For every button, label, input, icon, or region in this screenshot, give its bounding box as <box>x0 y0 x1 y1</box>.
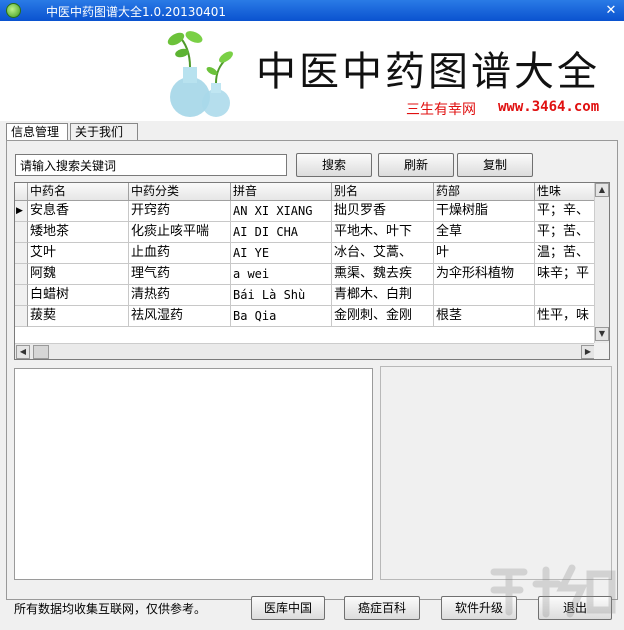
scroll-right-icon[interactable]: ▶ <box>581 345 595 359</box>
scroll-corner <box>594 343 609 359</box>
table-cell[interactable]: 祛风湿药 <box>129 306 231 327</box>
herb-bottle-logo-icon <box>167 31 233 117</box>
table-cell[interactable]: 全草 <box>434 222 535 243</box>
table-cell[interactable]: 温；苦、 <box>535 243 596 264</box>
row-indicator[interactable] <box>15 285 28 306</box>
table-cell[interactable]: a wei <box>231 264 332 285</box>
yiku-china-button[interactable]: 医库中国 <box>251 596 325 620</box>
close-button[interactable]: ✕ <box>602 2 620 19</box>
table-cell[interactable]: 开窍药 <box>129 201 231 222</box>
tab-about-us[interactable]: 关于我们 <box>70 123 138 140</box>
table-row[interactable]: 白蜡树 清热药 Bái Là Shù 青榔木、白荆 <box>15 285 596 306</box>
table-cell[interactable]: AI YE <box>231 243 332 264</box>
table-cell[interactable] <box>434 285 535 306</box>
table-cell[interactable]: 阿魏 <box>28 264 129 285</box>
row-indicator[interactable]: ▶ <box>15 201 28 222</box>
table-header: 中药名 中药分类 拼音 别名 药部 性味 <box>15 183 596 201</box>
table-cell[interactable]: AI DI CHA <box>231 222 332 243</box>
table-cell[interactable]: 菝葜 <box>28 306 129 327</box>
row-indicator[interactable] <box>15 264 28 285</box>
column-header[interactable]: 中药分类 <box>129 183 231 201</box>
table-row[interactable]: 阿魏 理气药 a wei 熏渠、魏去疾 为伞形科植物 味辛；平 <box>15 264 596 285</box>
column-header[interactable]: 药部 <box>434 183 535 201</box>
row-indicator[interactable] <box>15 306 28 327</box>
table-cell[interactable]: 拙贝罗香 <box>332 201 434 222</box>
table-cell[interactable]: 清热药 <box>129 285 231 306</box>
table-cell[interactable] <box>535 285 596 306</box>
column-header[interactable]: 拼音 <box>231 183 332 201</box>
table-cell[interactable]: 平；辛、 <box>535 201 596 222</box>
horizontal-scrollbar[interactable]: ◀ ▶ <box>15 343 596 359</box>
banner: 中医中药图谱大全 三生有幸网 www.3464.com <box>0 21 624 121</box>
table-cell[interactable]: Ba Qia <box>231 306 332 327</box>
site-url: www.3464.com <box>498 99 600 115</box>
table-body: 中药名 中药分类 拼音 别名 药部 性味 ▶ 安息香 开窍药 AN XI XIANG 拙… <box>15 183 596 343</box>
table-cell[interactable]: Bái Là Shù <box>231 285 332 306</box>
table-cell[interactable]: 性平，味 <box>535 306 596 327</box>
scroll-up-icon[interactable]: ▲ <box>595 183 609 197</box>
table-cell[interactable]: 叶 <box>434 243 535 264</box>
table-cell[interactable]: 根茎 <box>434 306 535 327</box>
row-indicator[interactable] <box>15 222 28 243</box>
table-cell[interactable]: 理气药 <box>129 264 231 285</box>
header-indicator <box>15 183 28 201</box>
table-cell[interactable]: 金刚刺、金刚 <box>332 306 434 327</box>
vertical-scrollbar[interactable]: ▲ ▼ <box>594 183 609 343</box>
table-cell[interactable]: 止血药 <box>129 243 231 264</box>
table-cell[interactable]: 矮地茶 <box>28 222 129 243</box>
copy-button[interactable]: 复制 <box>457 153 533 177</box>
tab-info-management[interactable]: 信息管理 <box>6 123 68 141</box>
herb-table[interactable]: 中药名 中药分类 拼音 别名 药部 性味 ▶ 安息香 开窍药 AN XI XIANG 拙… <box>14 182 610 360</box>
refresh-button[interactable]: 刷新 <box>378 153 454 177</box>
status-text: 所有数据均收集互联网，仅供参考。 <box>14 602 207 616</box>
window-title: 中医中药图谱大全1.0.20130401 <box>46 5 226 19</box>
table-cell[interactable]: 平；苦、 <box>535 222 596 243</box>
column-header[interactable]: 性味 <box>535 183 596 201</box>
table-cell[interactable]: 安息香 <box>28 201 129 222</box>
table-cell[interactable]: 平地木、叶下 <box>332 222 434 243</box>
site-name: 三生有幸网 <box>406 102 476 118</box>
scroll-left-icon[interactable]: ◀ <box>16 345 30 359</box>
title-bar[interactable]: 中医中药图谱大全1.0.20130401 ✕ <box>0 0 624 21</box>
cancer-encyclopedia-button[interactable]: 癌症百科 <box>344 596 420 620</box>
column-header[interactable]: 中药名 <box>28 183 129 201</box>
scroll-thumb[interactable] <box>33 345 49 359</box>
detail-text-area[interactable] <box>14 368 373 580</box>
banner-title: 中医中药图谱大全 <box>256 49 600 95</box>
table-row[interactable]: 艾叶 止血药 AI YE 冰台、艾蒿、叶温；苦、 <box>15 243 596 264</box>
table-cell[interactable]: 干燥树脂 <box>434 201 535 222</box>
table-cell[interactable]: 为伞形科植物 <box>434 264 535 285</box>
table-cell[interactable]: 化痰止咳平喘 <box>129 222 231 243</box>
watermark-logo-icon <box>490 564 616 618</box>
image-preview-area <box>380 366 612 580</box>
search-input[interactable] <box>15 154 287 176</box>
row-indicator[interactable] <box>15 243 28 264</box>
table-row[interactable]: ▶ 安息香 开窍药 AN XI XIANG 拙贝罗香 干燥树脂 平；辛、 <box>15 201 596 222</box>
table-row[interactable]: 矮地茶 化痰止咳平喘 AI DI CHA 平地木、叶下 全草 平；苦、 <box>15 222 596 243</box>
table-cell[interactable]: 白蜡树 <box>28 285 129 306</box>
scroll-down-icon[interactable]: ▼ <box>595 327 609 341</box>
table-cell[interactable]: 冰台、艾蒿、 <box>332 243 434 264</box>
column-header[interactable]: 别名 <box>332 183 434 201</box>
table-cell[interactable]: 味辛；平 <box>535 264 596 285</box>
table-cell[interactable]: 熏渠、魏去疾 <box>332 264 434 285</box>
table-cell[interactable]: 青榔木、白荆 <box>332 285 434 306</box>
table-cell[interactable]: AN XI XIANG <box>231 201 332 222</box>
search-button[interactable]: 搜索 <box>296 153 372 177</box>
app-icon <box>6 3 21 18</box>
table-cell[interactable]: 艾叶 <box>28 243 129 264</box>
table-row[interactable]: 菝葜 祛风湿药 Ba Qia 金刚刺、金刚 根茎 性平，味 <box>15 306 596 327</box>
